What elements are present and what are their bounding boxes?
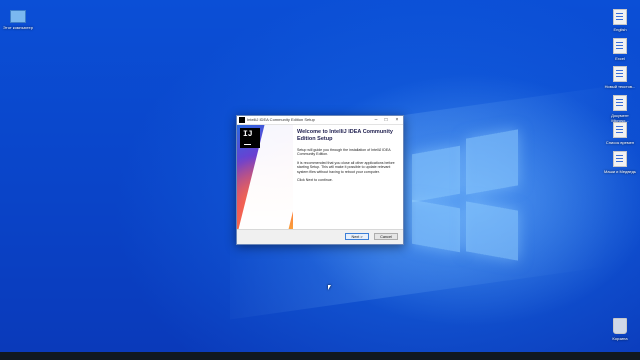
desktop-icon-label: Новый текстов...	[604, 84, 636, 89]
document-icon	[613, 95, 627, 111]
desktop-icon-list[interactable]: Список времен	[603, 122, 637, 145]
maximize-button[interactable]: □	[381, 116, 391, 124]
desktop-icon-recycle-bin[interactable]: Корзина	[603, 318, 637, 341]
minimize-button[interactable]: –	[371, 116, 381, 124]
document-icon	[613, 122, 627, 138]
welcome-heading: Welcome to IntelliJ IDEA Community Editi…	[297, 129, 393, 142]
desktop: Этот компьютер English Excel Новый текст…	[0, 0, 640, 352]
intellij-logo: IJ	[240, 128, 260, 148]
document-icon	[613, 38, 627, 54]
desktop-icon-label: Список времен	[605, 140, 635, 145]
next-button[interactable]: Next >	[345, 233, 369, 240]
window-title: IntelliJ IDEA Community Edition Setup	[247, 117, 315, 122]
desktop-icon-label: Excel	[615, 56, 625, 61]
computer-icon	[10, 10, 26, 23]
document-icon	[613, 9, 627, 25]
desktop-icon-label: Маши и Медведь	[604, 169, 636, 174]
recycle-bin-icon	[613, 318, 627, 334]
windows-logo	[412, 128, 522, 261]
cancel-button[interactable]: Cancel	[374, 233, 398, 240]
setup-window: IntelliJ IDEA Community Edition Setup – …	[236, 115, 404, 245]
desktop-icon-this-pc[interactable]: Этот компьютер	[1, 10, 35, 30]
continue-text: Click Next to continue.	[297, 178, 333, 183]
desktop-icon-new-text[interactable]: Новый текстов...	[603, 66, 637, 89]
document-icon	[613, 66, 627, 82]
desktop-icon-english[interactable]: English	[603, 9, 637, 32]
desktop-icon-word-doc[interactable]: Документ Microso...	[603, 95, 637, 123]
desktop-icon-masha[interactable]: Маши и Медведь	[603, 151, 637, 174]
app-icon	[239, 117, 245, 123]
welcome-content: Welcome to IntelliJ IDEA Community Editi…	[297, 129, 397, 186]
installer-banner: IJ	[237, 125, 293, 229]
intro-text: Setup will guide you through the install…	[297, 148, 391, 157]
desktop-icon-label: English	[613, 27, 627, 32]
mouse-cursor-icon	[328, 285, 331, 290]
button-bar: Next > Cancel	[237, 229, 403, 244]
title-bar[interactable]: IntelliJ IDEA Community Edition Setup – …	[237, 116, 403, 125]
taskbar[interactable]	[0, 352, 640, 360]
close-button[interactable]: ×	[392, 116, 402, 124]
desktop-icon-label: Корзина	[612, 336, 628, 341]
recommendation-text: It is recommended that you close all oth…	[297, 160, 395, 174]
document-icon	[613, 151, 627, 167]
desktop-icon-excel[interactable]: Excel	[603, 38, 637, 61]
desktop-icon-label: Этот компьютер	[3, 25, 33, 30]
